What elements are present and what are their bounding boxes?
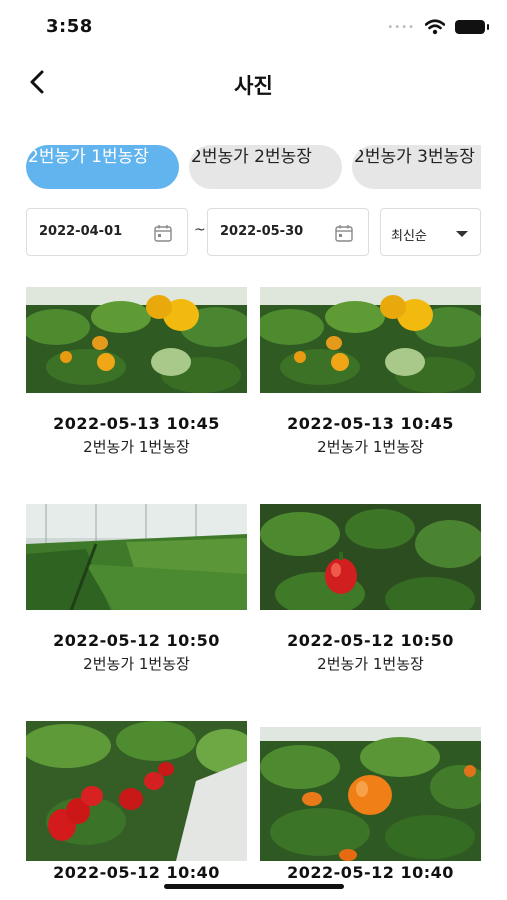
end-date-field[interactable]: 2022-05-30 bbox=[207, 208, 369, 256]
photo-datetime: 2022-05-12 10:50 bbox=[53, 631, 220, 650]
photo-datetime: 2022-05-12 10:40 bbox=[287, 863, 454, 882]
filter-bar: 2022-04-01 ~ 2022-05-30 최신순 bbox=[26, 208, 481, 256]
status-bar: 3:58 •••• bbox=[0, 0, 507, 50]
photo-thumbnail[interactable] bbox=[26, 504, 247, 610]
photo-grid: 2022-05-13 10:45 2번농가 1번농장 2022-05-13 10… bbox=[26, 287, 481, 900]
photo-card[interactable]: 2022-05-12 10:40 bbox=[260, 727, 481, 882]
photo-card[interactable]: 2022-05-13 10:45 2번농가 1번농장 bbox=[26, 287, 247, 457]
photo-thumbnail[interactable] bbox=[260, 727, 481, 861]
sort-select[interactable]: 최신순 bbox=[380, 208, 481, 256]
photo-farm: 2번농가 1번농장 bbox=[83, 655, 190, 673]
calendar-icon bbox=[335, 225, 353, 242]
photo-datetime: 2022-05-12 10:40 bbox=[53, 863, 220, 882]
photo-farm: 2번농가 1번농장 bbox=[317, 655, 424, 673]
photo-farm: 2번농가 1번농장 bbox=[317, 438, 424, 456]
sort-value: 최신순 bbox=[391, 229, 427, 244]
status-time: 3:58 bbox=[46, 16, 93, 37]
photo-card[interactable]: 2022-05-12 10:40 bbox=[26, 721, 247, 882]
status-indicators: •••• bbox=[387, 16, 489, 38]
wifi-icon bbox=[425, 19, 445, 35]
photo-thumbnail[interactable] bbox=[26, 287, 247, 393]
photo-datetime: 2022-05-13 10:45 bbox=[287, 414, 454, 433]
farm-tabs: 2번농가 1번농장 2번농가 2번농장 2번농가 3번농장 bbox=[26, 145, 481, 191]
chevron-down-icon bbox=[456, 231, 468, 237]
photo-card[interactable]: 2022-05-12 10:50 2번농가 1번농장 bbox=[260, 504, 481, 674]
photo-farm: 2번농가 1번농장 bbox=[83, 438, 190, 456]
tab-farm-1[interactable]: 2번농가 1번농장 bbox=[26, 145, 179, 189]
page-title: 사진 bbox=[234, 74, 273, 98]
header: 사진 bbox=[0, 60, 507, 104]
cellular-signal-icon: •••• bbox=[387, 21, 415, 33]
start-date-field[interactable]: 2022-04-01 bbox=[26, 208, 188, 256]
photo-thumbnail[interactable] bbox=[260, 287, 481, 393]
photo-datetime: 2022-05-13 10:45 bbox=[53, 414, 220, 433]
tab-farm-3[interactable]: 2번농가 3번농장 bbox=[352, 145, 481, 189]
battery-icon bbox=[455, 20, 489, 34]
tab-farm-2[interactable]: 2번농가 2번농장 bbox=[189, 145, 342, 189]
end-date-value: 2022-05-30 bbox=[220, 224, 304, 239]
photo-thumbnail[interactable] bbox=[260, 504, 481, 610]
calendar-icon bbox=[154, 225, 172, 242]
photo-datetime: 2022-05-12 10:50 bbox=[287, 631, 454, 650]
photo-card[interactable]: 2022-05-12 10:50 2번농가 1번농장 bbox=[26, 504, 247, 674]
home-indicator[interactable] bbox=[164, 884, 344, 889]
photo-thumbnail[interactable] bbox=[26, 721, 247, 861]
photo-card[interactable]: 2022-05-13 10:45 2번농가 1번농장 bbox=[260, 287, 481, 457]
date-range-separator: ~ bbox=[194, 222, 206, 238]
start-date-value: 2022-04-01 bbox=[39, 224, 123, 239]
